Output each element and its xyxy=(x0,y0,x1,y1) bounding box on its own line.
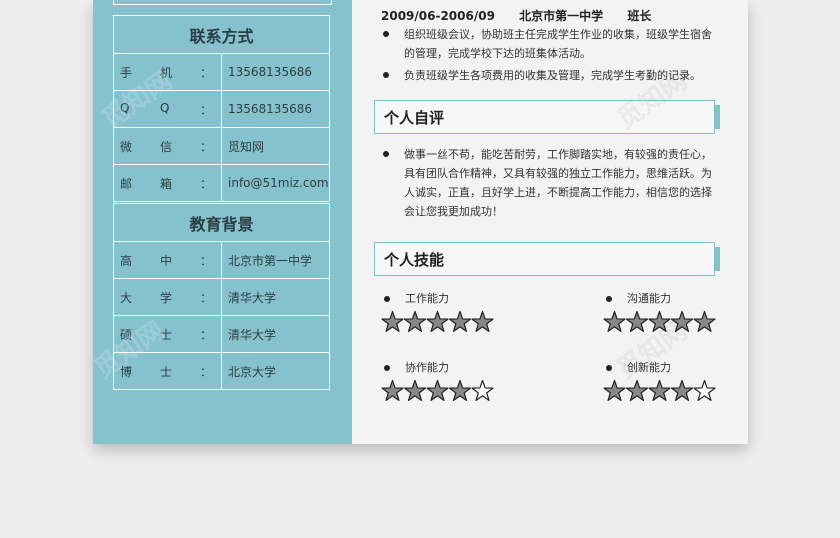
contact-row-phone: 手机： 13568135686 xyxy=(113,53,330,91)
experience-bullets: 组织班级会议，协助班主任完成学生作业的收集，班级学生宿舍的管理，完成学校下达的班… xyxy=(381,25,721,85)
bullet-dot-icon xyxy=(383,31,389,37)
heading-tab-decoration xyxy=(715,105,720,129)
contact-title: 联系方式 xyxy=(113,15,330,54)
resume-sheet: 联系方式 手机： 13568135686 Q Q： 13568135686 微信：… xyxy=(89,0,748,444)
self-eval-bullets: 做事一丝不苟，能吃苦耐劳，工作脚踏实地，有较强的责任心，具有团队合作精神，又具有… xyxy=(381,145,721,221)
skills-heading: 个人技能 xyxy=(374,242,720,276)
star-filled-icon xyxy=(625,379,649,401)
star-filled-icon xyxy=(625,310,649,332)
contact-label: 微信： xyxy=(113,127,222,165)
contact-value-wechat: 觅知网 xyxy=(221,127,330,165)
list-item: 做事一丝不苟，能吃苦耐劳，工作脚踏实地，有较强的责任心，具有团队合作精神，又具有… xyxy=(381,145,721,221)
star-filled-icon xyxy=(426,310,449,332)
education-value: 清华大学 xyxy=(221,315,330,353)
star-filled-icon xyxy=(648,310,671,332)
star-filled-icon xyxy=(471,310,494,332)
contact-row-wechat: 微信： 觅知网 xyxy=(113,127,330,165)
star-filled-icon xyxy=(693,310,716,332)
star-filled-icon xyxy=(403,379,427,401)
contact-table: 联系方式 手机： 13568135686 Q Q： 13568135686 微信：… xyxy=(113,15,330,202)
star-filled-icon xyxy=(603,379,626,401)
education-value: 北京大学 xyxy=(221,352,330,390)
contact-value-email: info@51miz.com xyxy=(221,164,330,202)
star-filled-icon xyxy=(426,379,449,401)
contact-value-qq: 13568135686 xyxy=(221,90,330,128)
bullet-dot-icon xyxy=(606,365,612,371)
star-filled-icon xyxy=(381,310,404,332)
education-title: 教育背景 xyxy=(113,203,330,242)
section-title: 个人技能 xyxy=(384,251,445,269)
contact-label: Q Q： xyxy=(113,90,222,128)
star-rating xyxy=(381,310,494,332)
main-panel: 2009/06-2006/09 北京市第一中学 班长 组织班级会议，协助班主任完… xyxy=(352,0,748,444)
education-value: 清华大学 xyxy=(221,278,330,316)
skill-item: 协作能力 xyxy=(381,359,521,401)
star-filled-icon xyxy=(670,310,694,332)
education-row: 硕士： 清华大学 xyxy=(113,315,330,353)
experience-header: 2009/06-2006/09 北京市第一中学 班长 xyxy=(381,7,671,24)
star-rating xyxy=(603,379,716,401)
skill-item: 创新能力 xyxy=(603,359,743,401)
star-rating xyxy=(381,379,494,401)
bullet-dot-icon xyxy=(606,296,612,302)
list-item: 组织班级会议，协助班主任完成学生作业的收集，班级学生宿舍的管理，完成学校下达的班… xyxy=(381,25,721,63)
education-row: 博士： 北京大学 xyxy=(113,352,330,390)
experience-org: 北京市第一中学 xyxy=(519,9,604,23)
star-rating xyxy=(603,310,716,332)
bullet-dot-icon xyxy=(384,365,390,371)
cropped-table-edge xyxy=(113,0,332,5)
contact-label: 手机： xyxy=(113,53,222,91)
heading-tab-decoration xyxy=(715,247,720,271)
star-filled-icon xyxy=(448,310,472,332)
section-title: 个人自评 xyxy=(384,109,445,127)
skill-name: 协作能力 xyxy=(405,361,449,374)
experience-role: 班长 xyxy=(627,9,652,23)
skill-item: 工作能力 xyxy=(381,290,521,332)
education-row: 高中： 北京市第一中学 xyxy=(113,241,330,279)
skill-item: 沟通能力 xyxy=(603,290,743,332)
star-filled-icon xyxy=(403,310,427,332)
experience-period: 2009/06-2006/09 xyxy=(381,9,495,23)
star-filled-icon xyxy=(648,379,671,401)
bullet-dot-icon xyxy=(384,296,390,302)
star-filled-icon xyxy=(448,379,472,401)
list-item: 负责班级学生各项费用的收集及管理，完成学生考勤的记录。 xyxy=(381,66,721,85)
education-label: 博士： xyxy=(113,352,222,390)
sidebar: 联系方式 手机： 13568135686 Q Q： 13568135686 微信：… xyxy=(89,0,352,444)
star-empty-icon xyxy=(693,379,716,401)
bullet-dot-icon xyxy=(383,72,389,78)
education-label: 大学： xyxy=(113,278,222,316)
star-empty-icon xyxy=(471,379,494,401)
education-label: 硕士： xyxy=(113,315,222,353)
skill-name: 创新能力 xyxy=(627,361,671,374)
contact-label: 邮箱： xyxy=(113,164,222,202)
star-filled-icon xyxy=(670,379,694,401)
bullet-dot-icon xyxy=(383,151,389,157)
education-table: 教育背景 高中： 北京市第一中学 大学： 清华大学 硕士： 清华大学 博 士 ：… xyxy=(113,203,330,390)
self-eval-heading: 个人自评 xyxy=(374,100,720,134)
education-value: 北京市第一中学 xyxy=(221,241,330,279)
education-label: 高中： xyxy=(113,241,222,279)
star-filled-icon xyxy=(381,379,404,401)
skill-name: 沟通能力 xyxy=(627,292,671,305)
skill-name: 工作能力 xyxy=(405,292,449,305)
star-filled-icon xyxy=(603,310,626,332)
contact-row-email: 邮箱： info@51miz.com xyxy=(113,164,330,202)
education-row: 大学： 清华大学 xyxy=(113,278,330,316)
contact-value-phone: 13568135686 xyxy=(221,53,330,91)
contact-row-qq: Q Q： 13568135686 xyxy=(113,90,330,128)
